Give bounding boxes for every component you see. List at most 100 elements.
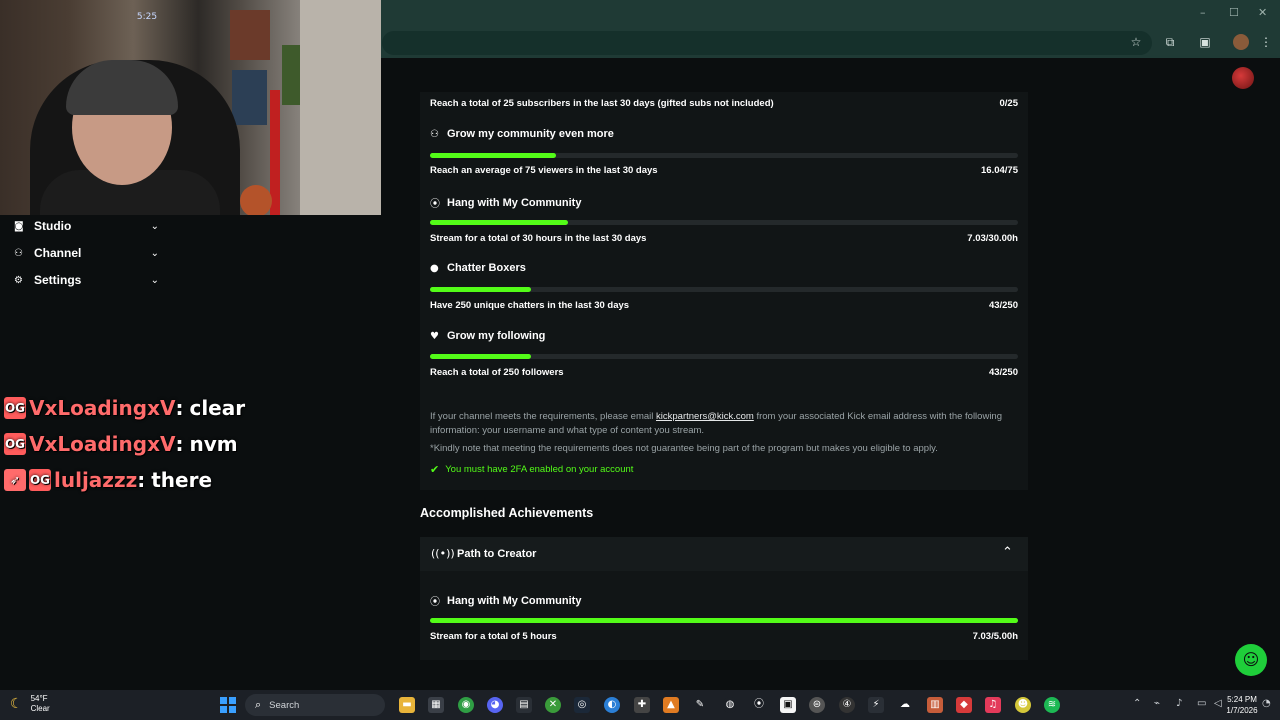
app-icon[interactable]: ▣ bbox=[780, 697, 796, 713]
chrome-icon[interactable]: ◉ bbox=[458, 697, 474, 713]
broadcast-icon: ⦿ bbox=[430, 199, 440, 210]
progress-fill bbox=[430, 618, 1018, 623]
chat-message: OG VxLoadingxV : clear bbox=[4, 394, 245, 422]
bookmark-star-icon[interactable]: ☆ bbox=[1128, 34, 1144, 50]
section-heading: Accomplished Achievements bbox=[420, 506, 594, 520]
people-icon: ⚇ bbox=[14, 247, 23, 259]
notification-bell-icon[interactable]: ◔ bbox=[1262, 698, 1271, 709]
browser-icon[interactable]: ◐ bbox=[604, 697, 620, 713]
network-icon[interactable]: ⌁ bbox=[1154, 698, 1160, 709]
info-text: If your channel meets the requirements, … bbox=[430, 411, 657, 422]
sidebar-item-settings[interactable]: ⚙ Settings ⌄ bbox=[14, 270, 159, 290]
app-icon[interactable]: ▥ bbox=[927, 697, 943, 713]
accordion-header[interactable]: ((•)) Path to Creator ⌃ bbox=[420, 537, 1028, 571]
app-icon[interactable]: ▲ bbox=[663, 697, 679, 713]
goal-title: Grow my community even more bbox=[447, 128, 614, 140]
music-icon[interactable]: ♫ bbox=[985, 697, 1001, 713]
chevron-down-icon[interactable]: ⌄ bbox=[151, 248, 159, 259]
app-icon[interactable]: ⊜ bbox=[809, 697, 825, 713]
close-icon[interactable]: ✕ bbox=[1258, 6, 1267, 19]
sidebar-item-studio[interactable]: ◙ Studio ⌄ bbox=[14, 216, 159, 236]
volume-icon[interactable]: ◁ bbox=[1214, 698, 1222, 709]
chat-message: ➶ OG luljazzz : there bbox=[4, 466, 212, 494]
goal-value: 43/250 bbox=[988, 300, 1018, 311]
app-icon[interactable]: ☻ bbox=[1015, 697, 1031, 713]
app-icon[interactable]: ⚡ bbox=[868, 697, 884, 713]
user-avatar[interactable] bbox=[1232, 67, 1254, 89]
webcam-clock: 5:25 bbox=[136, 12, 158, 22]
heart-icon: ♥ bbox=[430, 330, 439, 342]
progress-fill bbox=[430, 153, 556, 158]
goal-value: 7.03/30.00h bbox=[967, 233, 1018, 244]
sidebar-item-channel[interactable]: ⚇ Channel ⌄ bbox=[14, 243, 159, 263]
screen-cast-icon[interactable]: ▣ bbox=[1197, 34, 1213, 50]
og-badge: OG bbox=[4, 433, 26, 455]
broadcast-icon: ((•)) bbox=[431, 547, 455, 560]
app-icon[interactable]: ✚ bbox=[634, 697, 650, 713]
chat-separator: : bbox=[137, 468, 146, 492]
taskbar: ☾ 54°F Clear ⌕ Search ▬ ▦ ◉ ◕ ▤ ✕ ◎ ◐ ✚ ▲… bbox=[0, 690, 1280, 720]
rocket-badge-icon: ➶ bbox=[4, 469, 26, 491]
chevron-down-icon[interactable]: ⌄ bbox=[151, 221, 159, 232]
goal-description: Stream for a total of 5 hours bbox=[430, 631, 557, 642]
taskbar-search[interactable]: ⌕ Search bbox=[245, 694, 385, 716]
store-icon[interactable]: ▦ bbox=[428, 697, 444, 713]
chat-message: OG VxLoadingxV : nvm bbox=[4, 430, 238, 458]
og-badge: OG bbox=[29, 469, 51, 491]
goal-description: Reach a total of 25 subscribers in the l… bbox=[430, 98, 774, 109]
requirements-info: If your channel meets the requirements, … bbox=[430, 410, 1010, 437]
discord-icon[interactable]: ◕ bbox=[487, 697, 503, 713]
display-icon[interactable]: ▭ bbox=[1197, 698, 1206, 709]
weather-widget[interactable]: ☾ 54°F Clear bbox=[10, 694, 50, 714]
file-explorer-icon[interactable]: ▬ bbox=[399, 697, 415, 713]
chat-text: nvm bbox=[189, 432, 238, 456]
microphone-icon[interactable]: ♪ bbox=[1176, 698, 1182, 709]
search-label: Search bbox=[269, 699, 300, 711]
goal-title-row: ♥ Grow my following bbox=[430, 330, 545, 342]
app-icon[interactable]: ④ bbox=[839, 697, 855, 713]
maximize-icon[interactable]: ☐ bbox=[1229, 6, 1239, 19]
camera-icon: ◙ bbox=[14, 220, 24, 232]
check-icon: ✔ bbox=[430, 463, 440, 476]
wall-poster bbox=[230, 10, 270, 60]
basketball bbox=[240, 185, 272, 215]
app-icon[interactable]: ☁ bbox=[897, 697, 913, 713]
progress-bar bbox=[430, 287, 1018, 292]
record-icon[interactable]: ⦿ bbox=[751, 697, 767, 713]
goal-title: Hang with My Community bbox=[447, 196, 582, 209]
progress-fill bbox=[430, 220, 568, 225]
wall-poster bbox=[232, 70, 267, 125]
twofa-text: You must have 2FA enabled on your accoun… bbox=[445, 464, 634, 475]
support-chat-button[interactable]: ☺ bbox=[1235, 644, 1267, 676]
pen-icon[interactable]: ✎ bbox=[692, 697, 708, 713]
start-button[interactable] bbox=[220, 697, 236, 713]
webcam-overlay: 5:25 bbox=[0, 0, 381, 215]
sidebar-item-label: Studio bbox=[34, 219, 72, 233]
taskbar-clock[interactable]: 5:24 PM 1/7/2026 bbox=[1226, 694, 1258, 716]
chevron-down-icon[interactable]: ⌄ bbox=[151, 275, 159, 286]
goal-title: Chatter Boxers bbox=[447, 262, 526, 274]
menu-dots-icon[interactable]: ⋮ bbox=[1258, 34, 1274, 50]
spotify-icon[interactable]: ≋ bbox=[1044, 697, 1060, 713]
email-link[interactable]: kickpartners@kick.com bbox=[656, 411, 754, 422]
xbox-icon[interactable]: ✕ bbox=[545, 697, 561, 713]
community-icon: ⚇ bbox=[430, 128, 439, 140]
chevron-up-icon[interactable]: ⌃ bbox=[1133, 698, 1141, 709]
app-icon[interactable]: ◆ bbox=[956, 697, 972, 713]
broadcast-icon: ⦿ bbox=[430, 597, 440, 608]
app-icon[interactable]: ▤ bbox=[516, 697, 532, 713]
address-bar[interactable] bbox=[382, 31, 1152, 55]
extensions-icon[interactable]: ⧉ bbox=[1162, 34, 1178, 50]
progress-bar bbox=[430, 153, 1018, 158]
progress-bar bbox=[430, 354, 1018, 359]
steam-icon[interactable]: ◎ bbox=[574, 697, 590, 713]
goal-title-row: ⦿ Hang with My Community bbox=[430, 195, 582, 211]
minimize-icon[interactable]: – bbox=[1200, 6, 1206, 19]
profile-avatar[interactable] bbox=[1233, 34, 1249, 50]
search-icon: ⌕ bbox=[255, 698, 262, 711]
obs-icon[interactable]: ◍ bbox=[722, 697, 738, 713]
goal-value: 16.04/75 bbox=[981, 165, 1018, 176]
chevron-up-icon[interactable]: ⌃ bbox=[1002, 545, 1013, 560]
accordion-title: Path to Creator bbox=[457, 548, 537, 560]
progress-fill bbox=[430, 354, 532, 359]
